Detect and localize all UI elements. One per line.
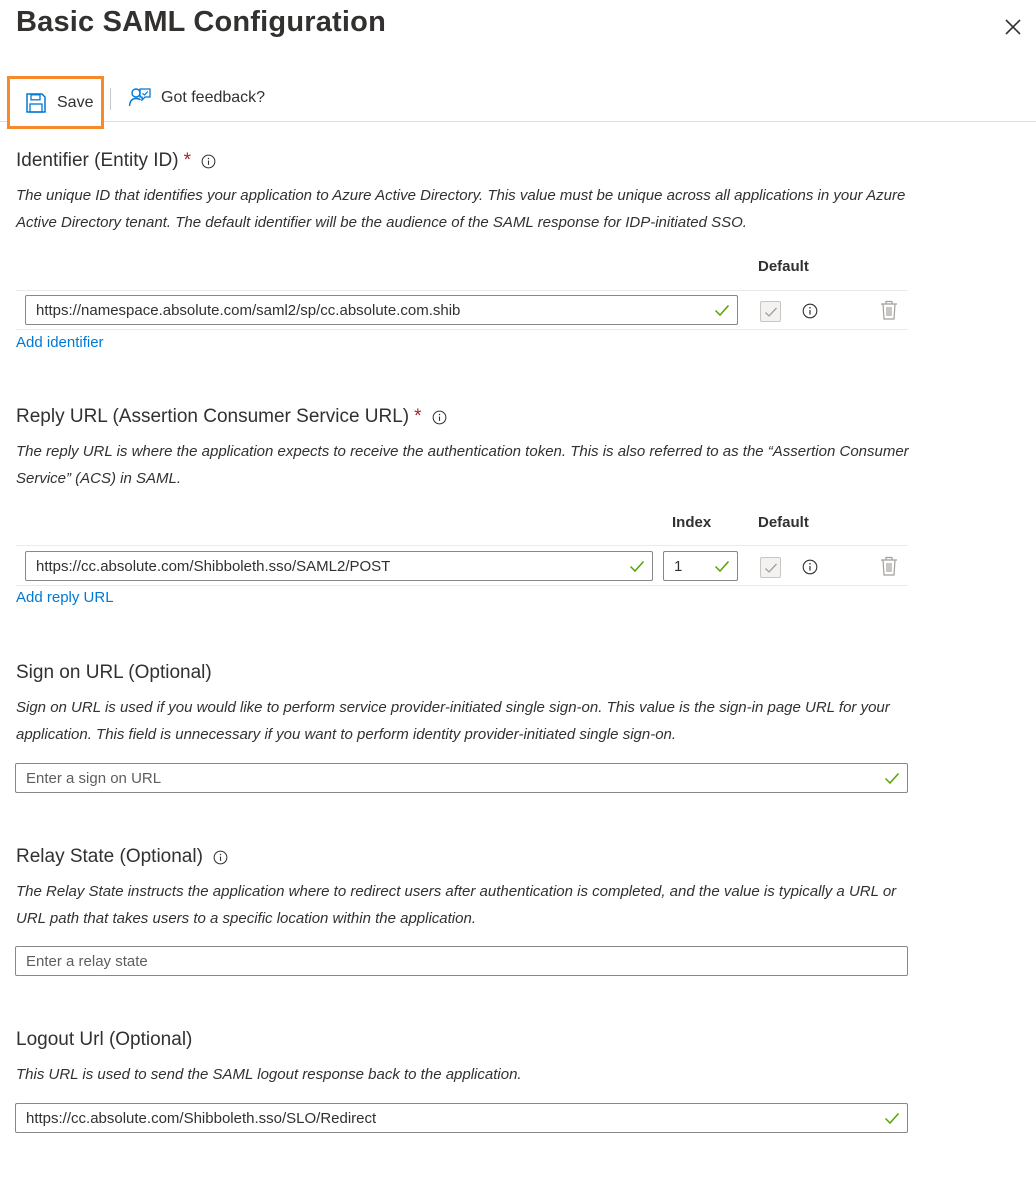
valid-check-icon: [714, 304, 730, 317]
identifier-value: https://namespace.absolute.com/saml2/sp/…: [36, 301, 461, 319]
panel-title: Basic SAML Configuration: [16, 6, 387, 38]
row-divider: [16, 585, 908, 586]
index-value: 1: [674, 557, 683, 575]
index-column-header: Index: [672, 514, 712, 531]
toolbar-divider: [110, 88, 111, 110]
relay-state-input[interactable]: Enter a relay state: [15, 946, 908, 976]
feedback-icon: [128, 88, 151, 107]
default-column-header: Default: [758, 258, 809, 275]
delete-icon[interactable]: [880, 300, 898, 320]
row-divider: [16, 545, 908, 546]
logout-url-input[interactable]: https://cc.absolute.com/Shibboleth.sso/S…: [15, 1103, 908, 1133]
checkmark-icon: [764, 307, 777, 317]
default-checkbox[interactable]: [760, 301, 781, 322]
default-column-header: Default: [758, 514, 809, 531]
save-icon: [26, 92, 46, 113]
relay-state-description: The Relay State instructs the applicatio…: [16, 883, 897, 927]
valid-check-icon: [884, 1112, 900, 1125]
feedback-label: Got feedback?: [161, 89, 266, 106]
valid-check-icon: [629, 560, 645, 573]
relay-state-title: Relay State (Optional): [16, 846, 203, 867]
sign-on-url-title: Sign on URL (Optional): [16, 662, 212, 683]
reply-url-input[interactable]: https://cc.absolute.com/Shibboleth.sso/S…: [25, 551, 653, 581]
command-bar: Save Got feedback?: [0, 74, 1036, 129]
info-icon[interactable]: [802, 559, 818, 575]
logout-url-title: Logout Url (Optional): [16, 1029, 193, 1050]
identifier-title: Identifier (Entity ID): [16, 150, 179, 171]
valid-check-icon: [714, 560, 730, 573]
info-icon[interactable]: [802, 303, 818, 319]
delete-icon[interactable]: [880, 556, 898, 576]
identifier-heading: Identifier (Entity ID) *: [16, 150, 216, 172]
info-icon[interactable]: [432, 410, 447, 425]
logout-url-description: This URL is used to send the SAML logout…: [16, 1066, 522, 1083]
reply-url-description: The reply URL is where the application e…: [16, 443, 909, 487]
identifier-input[interactable]: https://namespace.absolute.com/saml2/sp/…: [25, 295, 738, 325]
add-identifier-link[interactable]: Add identifier: [16, 334, 104, 351]
reply-url-title: Reply URL (Assertion Consumer Service UR…: [16, 406, 410, 427]
relay-state-heading: Relay State (Optional): [16, 846, 228, 868]
logout-url-heading: Logout Url (Optional): [16, 1029, 192, 1051]
add-reply-url-link[interactable]: Add reply URL: [16, 589, 114, 606]
identifier-description: The unique ID that identifies your appli…: [16, 187, 906, 231]
feedback-button[interactable]: Got feedback?: [128, 86, 265, 110]
save-label: Save: [57, 93, 94, 111]
required-mark: *: [414, 406, 422, 427]
index-input[interactable]: 1: [663, 551, 738, 581]
sign-on-url-input[interactable]: Enter a sign on URL: [15, 763, 908, 793]
row-divider: [16, 329, 908, 330]
default-checkbox[interactable]: [760, 557, 781, 578]
reply-url-heading: Reply URL (Assertion Consumer Service UR…: [16, 406, 447, 428]
sign-on-url-heading: Sign on URL (Optional): [16, 662, 212, 684]
save-button[interactable]: Save: [7, 76, 104, 129]
row-divider: [16, 290, 908, 291]
close-icon[interactable]: [1002, 16, 1024, 38]
relay-state-placeholder: Enter a relay state: [26, 952, 148, 970]
info-icon[interactable]: [201, 154, 216, 169]
logout-url-value: https://cc.absolute.com/Shibboleth.sso/S…: [26, 1109, 377, 1127]
required-mark: *: [183, 150, 192, 171]
sign-on-url-placeholder: Enter a sign on URL: [26, 769, 162, 787]
valid-check-icon: [884, 772, 900, 785]
info-icon[interactable]: [213, 850, 228, 865]
sign-on-url-description: Sign on URL is used if you would like to…: [16, 699, 890, 743]
reply-url-value: https://cc.absolute.com/Shibboleth.sso/S…: [36, 557, 391, 575]
checkmark-icon: [764, 563, 777, 573]
